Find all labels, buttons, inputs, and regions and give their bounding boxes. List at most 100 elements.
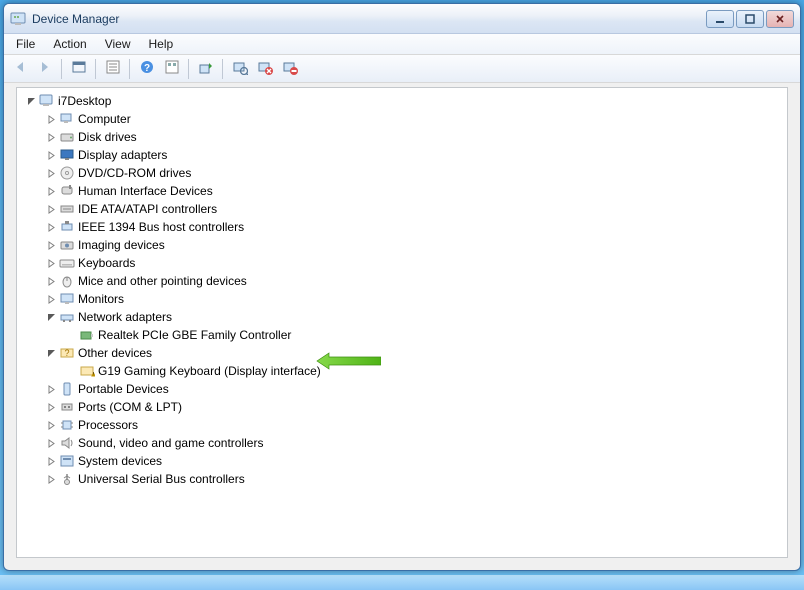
help-button[interactable]: ? [135, 58, 158, 80]
back-icon [12, 59, 28, 78]
usb-icon [59, 471, 75, 487]
menu-file[interactable]: File [8, 35, 43, 53]
collapse-icon[interactable] [25, 95, 37, 107]
tree-node-system-label: System devices [78, 454, 162, 468]
tree-node-ieee1394[interactable]: IEEE 1394 Bus host controllers [19, 218, 785, 236]
disk-icon [59, 129, 75, 145]
device-manager-window: Device Manager File Action View Help ? i… [3, 3, 801, 571]
system-icon [59, 453, 75, 469]
tree-node-portable[interactable]: Portable Devices [19, 380, 785, 398]
expand-icon[interactable] [45, 167, 57, 179]
tree-node-keyboard-label: Keyboards [78, 256, 135, 270]
tree-node-sound[interactable]: Sound, video and game controllers [19, 434, 785, 452]
menu-help[interactable]: Help [141, 35, 182, 53]
tree-node-dvd-label: DVD/CD-ROM drives [78, 166, 191, 180]
expand-icon[interactable] [45, 131, 57, 143]
tree-node-ieee1394-label: IEEE 1394 Bus host controllers [78, 220, 244, 234]
imaging-icon [59, 237, 75, 253]
expand-icon[interactable] [45, 437, 57, 449]
tree-node-ide[interactable]: IDE ATA/ATAPI controllers [19, 200, 785, 218]
expand-icon[interactable] [45, 113, 57, 125]
tree-node-usb[interactable]: Universal Serial Bus controllers [19, 470, 785, 488]
expand-icon[interactable] [45, 275, 57, 287]
help-icon: ? [139, 59, 155, 78]
processor-icon [59, 417, 75, 433]
properties-button[interactable] [101, 58, 124, 80]
expand-icon[interactable] [45, 149, 57, 161]
tree-node-mouse[interactable]: Mice and other pointing devices [19, 272, 785, 290]
svg-text:!: ! [93, 372, 94, 378]
ports-icon [59, 399, 75, 415]
expand-icon[interactable] [45, 185, 57, 197]
expand-icon[interactable] [45, 203, 57, 215]
show-hidden-icon [71, 59, 87, 78]
minimize-button[interactable] [706, 10, 734, 28]
tree-node-system[interactable]: System devices [19, 452, 785, 470]
tree-node-ports-label: Ports (COM & LPT) [78, 400, 182, 414]
expand-icon[interactable] [45, 257, 57, 269]
spacer [65, 365, 77, 377]
tree-node-other[interactable]: ? Other devices [19, 344, 785, 362]
dvd-icon [59, 165, 75, 181]
update-driver-icon [198, 59, 214, 78]
tree-node-disk-label: Disk drives [78, 130, 137, 144]
tree-node-processor[interactable]: Processors [19, 416, 785, 434]
tree-node-display[interactable]: Display adapters [19, 146, 785, 164]
tree-node-ide-label: IDE ATA/ATAPI controllers [78, 202, 217, 216]
menu-action[interactable]: Action [45, 35, 94, 53]
expand-icon[interactable] [45, 293, 57, 305]
svg-text:?: ? [64, 348, 69, 358]
tree-node-ports[interactable]: Ports (COM & LPT) [19, 398, 785, 416]
hid-icon [59, 183, 75, 199]
window-buttons [704, 10, 794, 28]
tree-node-hid[interactable]: Human Interface Devices [19, 182, 785, 200]
tree-node-disk[interactable]: Disk drives [19, 128, 785, 146]
tree-node-usb-label: Universal Serial Bus controllers [78, 472, 245, 486]
device-tree: i7Desktop Computer Disk drives Display adap… [16, 87, 788, 558]
expand-icon[interactable] [45, 221, 57, 233]
toolbar: ? [4, 55, 800, 83]
computer-icon [39, 93, 55, 109]
expand-icon[interactable] [45, 383, 57, 395]
scan-hardware-button[interactable] [228, 58, 251, 80]
tree-node-sound-label: Sound, video and game controllers [78, 436, 263, 450]
forward-button [33, 58, 56, 80]
computer-small-icon [59, 111, 75, 127]
tree-leaf-network-card[interactable]: Realtek PCIe GBE Family Controller [19, 326, 785, 344]
tree-node-network[interactable]: Network adapters [19, 308, 785, 326]
tree-root-label: i7Desktop [58, 94, 111, 108]
tree-root[interactable]: i7Desktop [19, 92, 785, 110]
tree-node-imaging[interactable]: Imaging devices [19, 236, 785, 254]
tree-leaf-warning[interactable]: !G19 Gaming Keyboard (Display interface) [19, 362, 785, 380]
collapse-icon[interactable] [45, 311, 57, 323]
toolbar-separator [61, 59, 62, 79]
uninstall-button[interactable] [253, 58, 276, 80]
toolbar-separator [222, 59, 223, 79]
display-icon [59, 147, 75, 163]
tree-node-processor-label: Processors [78, 418, 138, 432]
tree-node-computer-small-label: Computer [78, 112, 131, 126]
titlebar: Device Manager [4, 4, 800, 34]
tree-node-other-label: Other devices [78, 346, 152, 360]
tree-node-keyboard[interactable]: Keyboards [19, 254, 785, 272]
tree-node-computer-small[interactable]: Computer [19, 110, 785, 128]
tree-node-portable-label: Portable Devices [78, 382, 169, 396]
menu-view[interactable]: View [97, 35, 139, 53]
options-button[interactable] [160, 58, 183, 80]
app-icon [10, 11, 26, 27]
expand-icon[interactable] [45, 455, 57, 467]
tree-node-dvd[interactable]: DVD/CD-ROM drives [19, 164, 785, 182]
update-driver-button[interactable] [194, 58, 217, 80]
expand-icon[interactable] [45, 239, 57, 251]
close-button[interactable] [766, 10, 794, 28]
maximize-button[interactable] [736, 10, 764, 28]
expand-icon[interactable] [45, 401, 57, 413]
show-hidden-button[interactable] [67, 58, 90, 80]
expand-icon[interactable] [45, 473, 57, 485]
collapse-icon[interactable] [45, 347, 57, 359]
expand-icon[interactable] [45, 419, 57, 431]
disable-button[interactable] [278, 58, 301, 80]
tree-node-monitor[interactable]: Monitors [19, 290, 785, 308]
monitor-icon [59, 291, 75, 307]
portable-icon [59, 381, 75, 397]
